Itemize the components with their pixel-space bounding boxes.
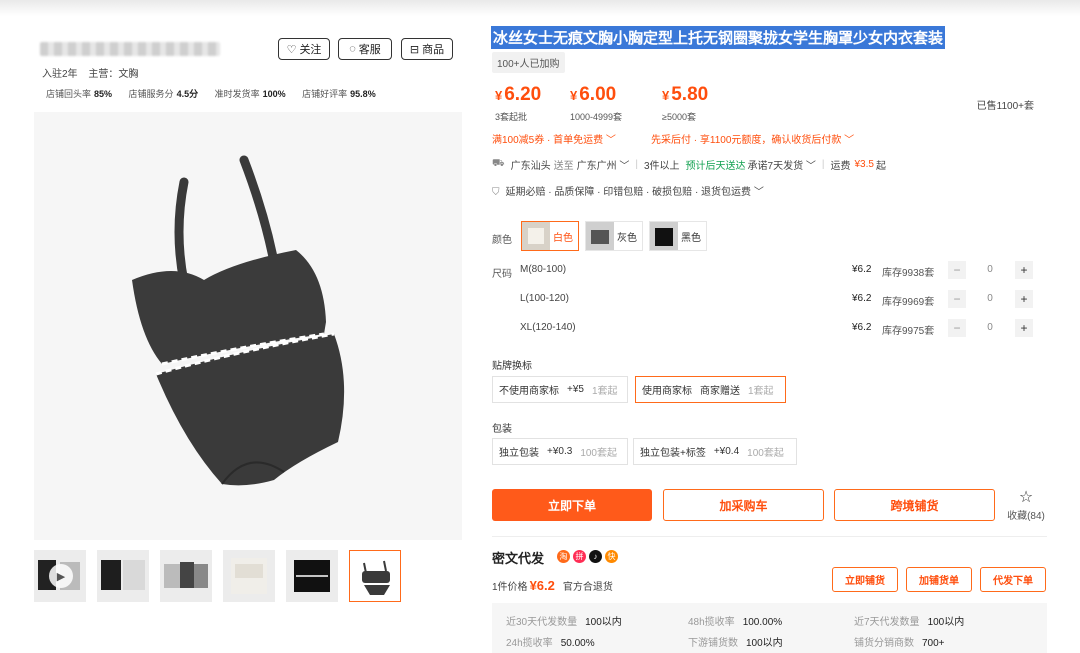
- shield-icon: ⛉: [492, 187, 500, 198]
- thumbnail-4[interactable]: [286, 550, 338, 602]
- option-individual-pack[interactable]: 独立包装 +¥0.3 100套起: [492, 438, 628, 465]
- shop-name-blurred: [40, 42, 220, 56]
- product-title: 冰丝女士无痕文胸小胸定型上托无钢圈聚拢女学生胸罩少女内衣套装: [491, 26, 946, 49]
- quantity-input[interactable]: 0: [972, 322, 1008, 333]
- option-individual-pack-tag[interactable]: 独立包装+标签 +¥0.4 100套起: [633, 438, 797, 465]
- thumbnail-strip: ▶: [34, 550, 401, 602]
- stat-distributors: 铺货分销商数 700+: [854, 638, 945, 649]
- main-product-image[interactable]: [34, 112, 462, 540]
- color-label: 颜色: [492, 235, 512, 246]
- decrement-button[interactable]: −: [948, 261, 966, 279]
- thumbnail-5-active[interactable]: [349, 550, 401, 602]
- label-swap-heading: 贴牌换标: [492, 361, 532, 372]
- follow-button[interactable]: ♡ 关注: [278, 38, 330, 60]
- buy-now-button[interactable]: 立即下单: [492, 489, 652, 521]
- chat-icon: ◌: [349, 43, 356, 55]
- score-repurchase: 店铺回头率 85%: [46, 89, 113, 99]
- truck-icon: ⛟: [492, 158, 505, 169]
- add-to-cart-button[interactable]: 加采购车: [663, 489, 824, 521]
- shop-meta: 入驻2年 主营：文胸: [42, 65, 146, 80]
- increment-button[interactable]: +: [1015, 261, 1033, 279]
- shipping-row: ⛟ 广东汕头 送至 广东广州 ﹀ | 3件以上 预计后天送达 承诺7天发货 ﹀ …: [492, 157, 886, 172]
- thumbnail-2[interactable]: [160, 550, 212, 602]
- quantity-input[interactable]: 0: [972, 293, 1008, 304]
- size-row-l: L(100-120) ¥6.2 库存9969套 − 0 +: [520, 290, 1035, 310]
- option-use-merchant-label[interactable]: 使用商家标 商家赠送 1套起: [635, 376, 786, 403]
- score-positive: 店铺好评率 95.8%: [302, 89, 376, 99]
- buyers-badge: 100+人已加购: [492, 52, 565, 73]
- price-tier-3: ¥5.80 ≥5000套: [662, 84, 709, 122]
- packaging-heading: 包装: [492, 424, 512, 435]
- score-ontime: 准时发货率 100%: [214, 89, 286, 99]
- increment-button[interactable]: +: [1015, 319, 1033, 337]
- option-no-merchant-label[interactable]: 不使用商家标 +¥5 1套起: [492, 376, 628, 403]
- coupon-promo[interactable]: 满100减5券 · 首单免运费 ﹀: [492, 131, 616, 146]
- pay-later-promo[interactable]: 先采后付 · 享1100元额度，确认收货后付款 ﹀: [651, 131, 854, 146]
- dropship-title: 密文代发: [492, 551, 545, 566]
- add-list-button[interactable]: 加铺货单: [906, 567, 972, 592]
- shop-years: 入驻2年: [42, 69, 78, 80]
- list-now-button[interactable]: 立即铺货: [832, 567, 898, 592]
- sold-count: 已售1100+套: [976, 101, 1034, 112]
- stat-48h: 48h揽收率 100.00%: [688, 617, 783, 628]
- shop-goods-button[interactable]: ⊟ 商品: [401, 38, 453, 60]
- stat-30day: 近30天代发数量 100以内: [506, 617, 622, 628]
- size-row-xl: XL(120-140) ¥6.2 库存9975套 − 0 +: [520, 319, 1035, 339]
- color-option-white[interactable]: 白色: [521, 221, 579, 251]
- stat-24h: 24h揽收率 50.00%: [506, 638, 595, 649]
- color-option-grey[interactable]: 灰色: [585, 221, 643, 251]
- quantity-input[interactable]: 0: [972, 264, 1008, 275]
- stat-downstream: 下游铺货数 100以内: [688, 638, 783, 649]
- douyin-icon: ♪: [589, 550, 602, 563]
- favorite-button[interactable]: ☆ 收藏(84): [1003, 489, 1049, 522]
- price-tier-1: ¥6.20 3套起批: [495, 84, 542, 122]
- size-row-m: M(80-100) ¥6.2 库存9938套 − 0 +: [520, 261, 1035, 281]
- customer-service-button[interactable]: ◌ 客服: [338, 38, 392, 60]
- play-icon: ▶: [49, 564, 73, 588]
- decrement-button[interactable]: −: [948, 319, 966, 337]
- price-tier-2: ¥6.00 1000-4999套: [570, 84, 623, 122]
- black-swatch: [650, 222, 678, 250]
- platform-icon-4: 快: [605, 550, 618, 563]
- increment-button[interactable]: +: [1015, 290, 1033, 308]
- shop-scores: 店铺回头率 85% 店铺服务分 4.5分 准时发货率 100% 店铺好评率 95.8%: [46, 87, 390, 100]
- lingerie-set-illustration: [132, 155, 345, 486]
- dropship-order-button[interactable]: 代发下单: [980, 567, 1046, 592]
- dropship-stats: 近30天代发数量 100以内 48h揽收率 100.00% 近7天代发数量 100以内…: [492, 603, 1047, 653]
- cross-border-button[interactable]: 跨境铺货: [834, 489, 995, 521]
- section-divider: [492, 536, 1047, 537]
- heart-icon: ♡: [286, 43, 297, 56]
- shop-main-business: 主营：文胸: [88, 69, 139, 80]
- decrement-button[interactable]: −: [948, 290, 966, 308]
- thumbnail-3[interactable]: [223, 550, 275, 602]
- score-service: 店铺服务分 4.5分: [128, 89, 199, 99]
- delivery-promise[interactable]: 承诺7天发货 ﹀: [748, 157, 816, 172]
- platform-icon-2: 拼: [573, 550, 586, 563]
- destination-select[interactable]: 广东广州 ﹀: [577, 157, 630, 172]
- thumbnail-1[interactable]: [97, 550, 149, 602]
- unit-price-row: 1件价格 ¥6.2 官方合退货: [492, 578, 613, 593]
- grey-swatch: [586, 222, 614, 250]
- star-icon: ☆: [1018, 489, 1034, 506]
- store-icon: ⊟: [409, 43, 420, 56]
- stat-7day: 近7天代发数量 100以内: [854, 617, 965, 628]
- top-shadow: [0, 0, 1080, 16]
- platform-icon-1: 淘: [557, 550, 570, 563]
- thumbnail-video[interactable]: ▶: [34, 550, 86, 602]
- color-option-black[interactable]: 黑色: [649, 221, 707, 251]
- size-label: 尺码: [492, 269, 512, 280]
- guarantee-row[interactable]: ⛉ 延期必赔 · 品质保障 · 印错包赔 · 破损包赔 · 退货包运费 ﹀: [492, 183, 764, 198]
- white-swatch: [522, 222, 550, 250]
